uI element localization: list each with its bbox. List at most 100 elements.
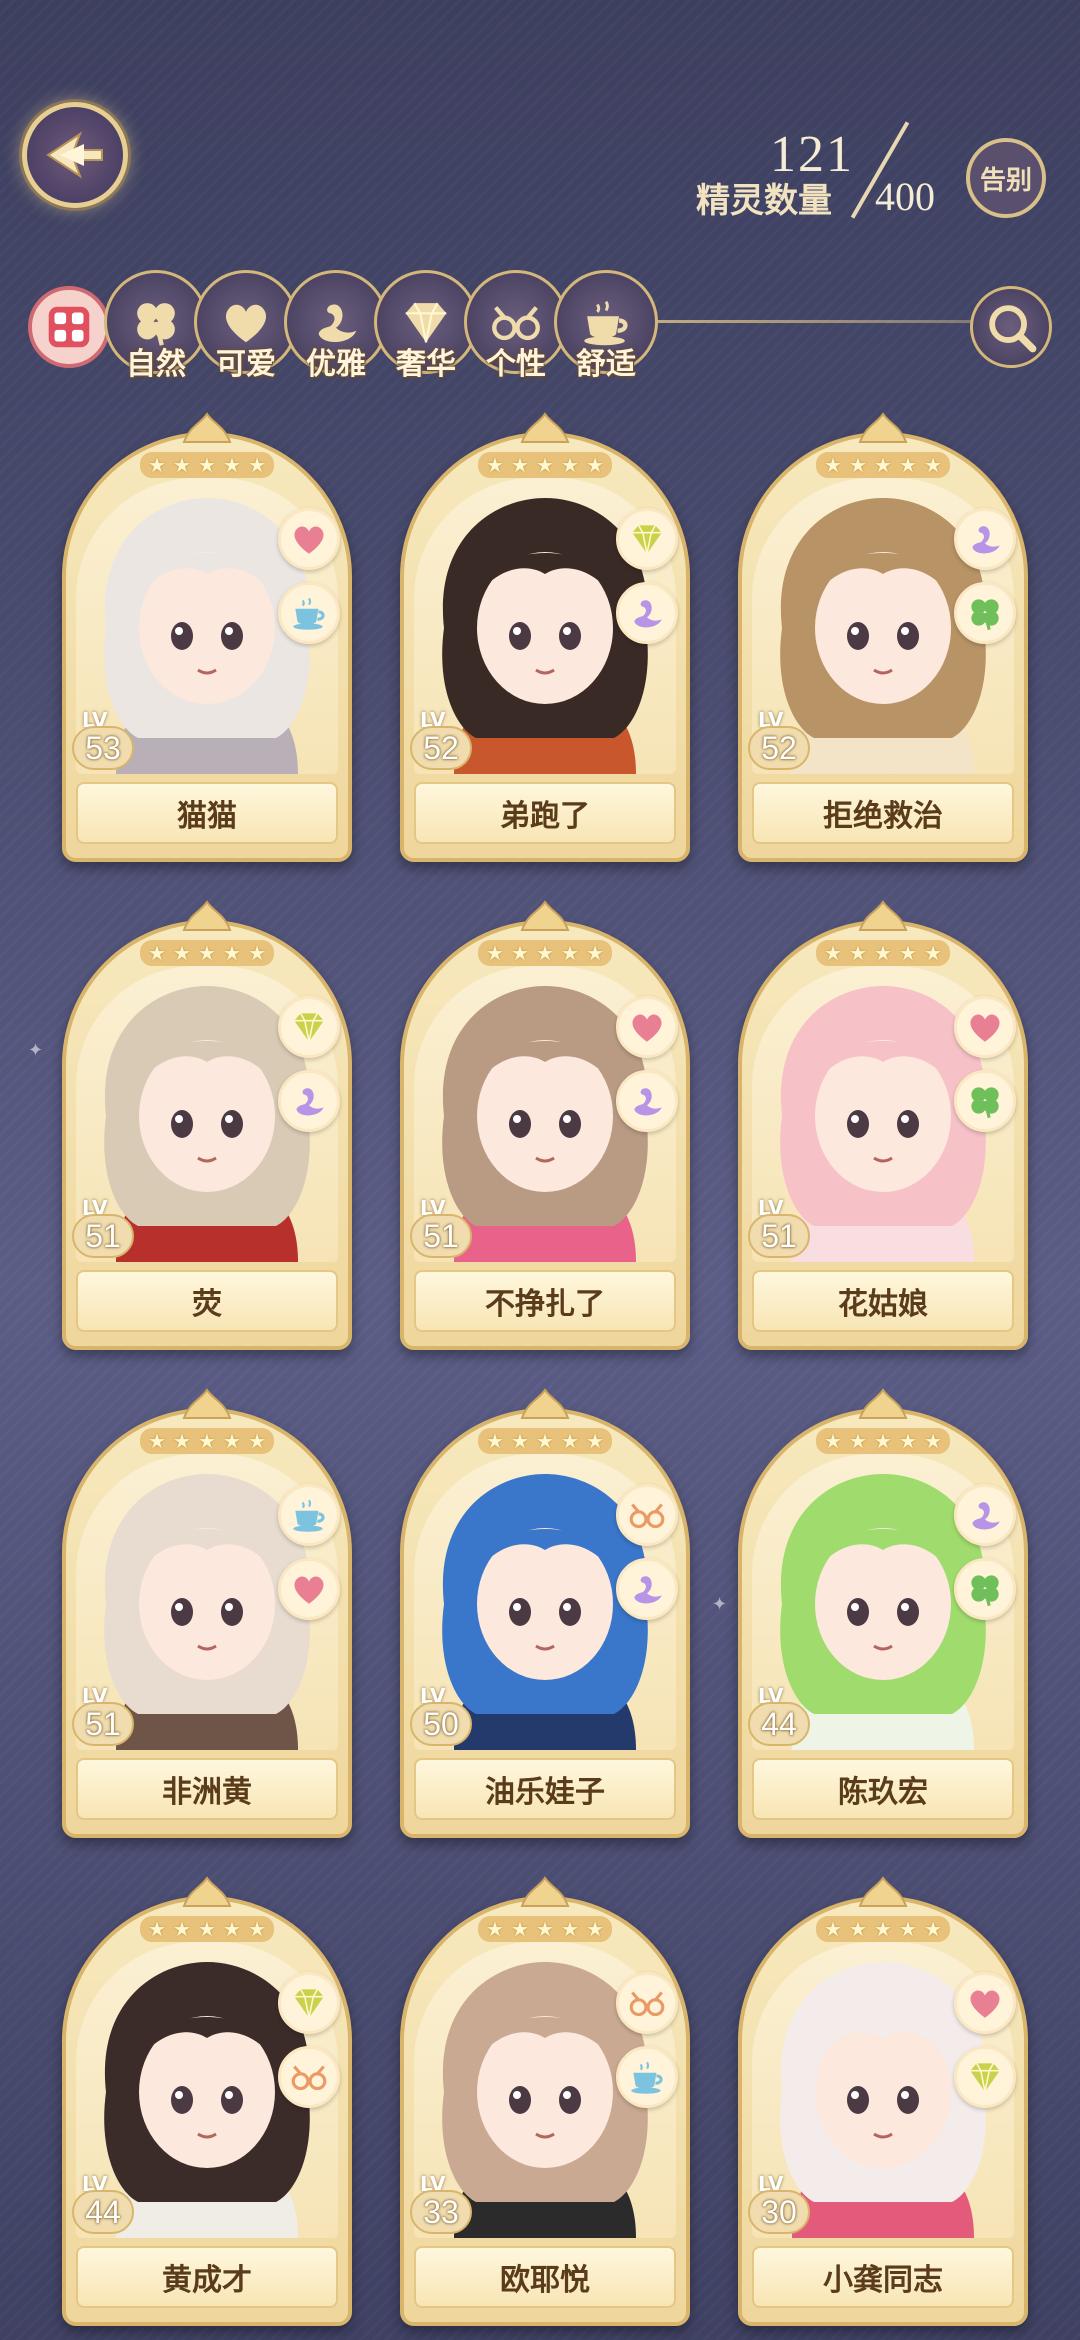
level-badge: LV 50 — [406, 1684, 472, 1756]
spirit-name: 黄成才 — [76, 2246, 338, 2308]
spirit-name: 小龚同志 — [752, 2246, 1014, 2308]
star-icon: ★ — [173, 1429, 191, 1453]
trait-diamond-icon — [954, 2046, 1016, 2108]
level-badge: LV 52 — [406, 708, 472, 780]
trait-filter-bar: 自然 可爱 优雅 奢华 个性 舒适 — [0, 262, 1080, 392]
spirit-card[interactable]: ★ ★ ★ ★ ★ LV 53 猫猫 — [62, 412, 352, 862]
trait-swan-icon — [954, 1484, 1016, 1546]
spirit-count-label: 精灵数量 — [696, 181, 832, 221]
star-icon: ★ — [148, 941, 166, 965]
spirit-card[interactable]: ★ ★ ★ ★ ★ LV 52 弟跑了 — [400, 412, 690, 862]
star-icon: ★ — [899, 941, 917, 965]
filter-label: 舒适 — [576, 347, 636, 382]
star-icon: ★ — [173, 941, 191, 965]
star-icon: ★ — [924, 453, 942, 477]
back-button[interactable] — [22, 102, 128, 208]
crest-icon — [182, 900, 232, 931]
star-icon: ★ — [874, 453, 892, 477]
star-icon: ★ — [486, 941, 504, 965]
star-icon: ★ — [248, 453, 266, 477]
star-icon: ★ — [536, 1917, 554, 1941]
spirit-card[interactable]: ★ ★ ★ ★ ★ LV 51 荧 — [62, 900, 352, 1350]
star-icon: ★ — [586, 941, 604, 965]
spirit-card[interactable]: ★ ★ ★ ★ ★ LV 33 欧耶悦 — [400, 1876, 690, 2326]
trait-swan-icon — [616, 1070, 678, 1132]
grid-icon — [40, 298, 98, 356]
spirit-card[interactable]: ★ ★ ★ ★ ★ LV 50 油乐娃子 — [400, 1388, 690, 1838]
spirit-card[interactable]: ★ ★ ★ ★ ★ LV 52 拒绝救治 — [738, 412, 1028, 862]
spirit-card[interactable]: ★ ★ ★ ★ ★ LV 44 陈玖宏 — [738, 1388, 1028, 1838]
spirit-name: 拒绝救治 — [752, 782, 1014, 844]
trait-diamond-icon — [278, 996, 340, 1058]
spirit-card[interactable]: ★ ★ ★ ★ ★ LV 51 花姑娘 — [738, 900, 1028, 1350]
level-badge: LV 51 — [68, 1684, 134, 1756]
filter-label: 自然 — [126, 347, 186, 382]
spirit-name: 不挣扎了 — [414, 1270, 676, 1332]
star-icon: ★ — [849, 941, 867, 965]
filter-swan[interactable]: 优雅 — [284, 270, 388, 382]
star-rating: ★ ★ ★ ★ ★ — [478, 452, 612, 478]
star-icon: ★ — [899, 453, 917, 477]
star-icon: ★ — [924, 1917, 942, 1941]
farewell-button[interactable]: 告别 — [966, 138, 1046, 218]
crest-icon — [858, 1876, 908, 1907]
search-icon — [982, 298, 1040, 356]
filter-label: 奢华 — [396, 347, 456, 382]
level-value: 53 — [72, 726, 134, 770]
spirit-card[interactable]: ★ ★ ★ ★ ★ LV 51 不挣扎了 — [400, 900, 690, 1350]
star-rating: ★ ★ ★ ★ ★ — [816, 1916, 950, 1942]
star-icon: ★ — [561, 1917, 579, 1941]
trait-glasses-icon — [616, 1972, 678, 2034]
crest-icon — [182, 1388, 232, 1419]
filter-glasses[interactable]: 个性 — [464, 270, 568, 382]
trait-teacup-icon — [278, 582, 340, 644]
level-value: 52 — [410, 726, 472, 770]
level-badge: LV 52 — [744, 708, 810, 780]
star-icon: ★ — [824, 453, 842, 477]
star-icon: ★ — [486, 1917, 504, 1941]
star-icon: ★ — [536, 941, 554, 965]
filter-teacup[interactable]: 舒适 — [554, 270, 658, 382]
filter-heart[interactable]: 可爱 — [194, 270, 298, 382]
trait-heart-icon — [616, 996, 678, 1058]
level-badge: LV 53 — [68, 708, 134, 780]
trait-teacup-icon — [616, 2046, 678, 2108]
trait-swan-icon — [278, 1070, 340, 1132]
star-rating: ★ ★ ★ ★ ★ — [140, 1916, 274, 1942]
filter-grid[interactable] — [28, 286, 110, 368]
star-icon: ★ — [586, 453, 604, 477]
star-icon: ★ — [849, 453, 867, 477]
level-badge: LV 30 — [744, 2172, 810, 2244]
star-icon: ★ — [198, 941, 216, 965]
star-rating: ★ ★ ★ ★ ★ — [478, 1916, 612, 1942]
star-icon: ★ — [198, 453, 216, 477]
sparkle-icon: ✦ — [28, 1040, 44, 1061]
filter-label: 优雅 — [306, 347, 366, 382]
star-icon: ★ — [874, 941, 892, 965]
star-icon: ★ — [198, 1429, 216, 1453]
filter-clover[interactable]: 自然 — [104, 270, 208, 382]
star-icon: ★ — [824, 941, 842, 965]
spirit-card[interactable]: ★ ★ ★ ★ ★ LV 51 非洲黄 — [62, 1388, 352, 1838]
star-rating: ★ ★ ★ ★ ★ — [140, 940, 274, 966]
filter-search[interactable] — [970, 286, 1052, 368]
trait-glasses-icon — [278, 2046, 340, 2108]
star-rating: ★ ★ ★ ★ ★ — [816, 940, 950, 966]
back-arrow-icon — [46, 131, 103, 179]
spirit-name: 花姑娘 — [752, 1270, 1014, 1332]
spirit-name: 弟跑了 — [414, 782, 676, 844]
trait-glasses-icon — [616, 1484, 678, 1546]
level-value: 51 — [72, 1702, 134, 1746]
level-value: 52 — [748, 726, 810, 770]
level-value: 51 — [410, 1214, 472, 1258]
star-icon: ★ — [899, 1429, 917, 1453]
star-icon: ★ — [248, 1429, 266, 1453]
trait-teacup-icon — [278, 1484, 340, 1546]
crest-icon — [182, 1876, 232, 1907]
filter-diamond[interactable]: 奢华 — [374, 270, 478, 382]
crest-icon — [858, 900, 908, 931]
spirit-card[interactable]: ★ ★ ★ ★ ★ LV 44 黄成才 — [62, 1876, 352, 2326]
spirit-card[interactable]: ★ ★ ★ ★ ★ LV 30 小龚同志 — [738, 1876, 1028, 2326]
level-value: 50 — [410, 1702, 472, 1746]
star-icon: ★ — [511, 941, 529, 965]
